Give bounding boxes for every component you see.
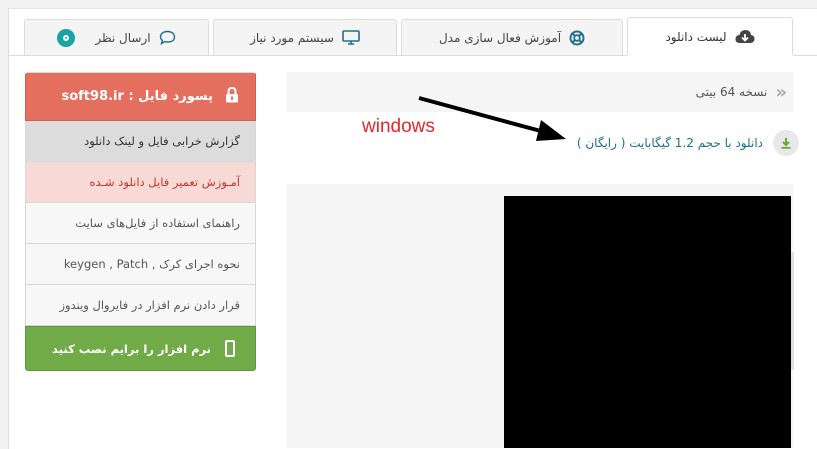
panel-edge	[791, 252, 794, 370]
install-for-me-label: نرم افزار را برایم نصب کنید	[52, 341, 211, 356]
tab-activation-tutorial[interactable]: آموزش فعال سازی مدل	[401, 19, 623, 55]
tab-label: ارسال نظر	[95, 30, 151, 45]
tab-label: سیستم مورد نیاز	[250, 30, 334, 45]
teal-dot-icon	[57, 28, 76, 47]
tab-download-list[interactable]: لیست دانلود	[627, 17, 793, 56]
annotation-arrow-icon	[418, 96, 566, 141]
redacted-image	[504, 196, 791, 448]
lock-icon	[225, 86, 239, 107]
phone-icon	[225, 340, 235, 357]
site-files-guide-label: راهنمای استفاده از فایل‌های سایت	[75, 216, 240, 230]
download-link[interactable]: دانلود با حجم 1.2 گیگابایت ( رایگان )	[577, 136, 763, 150]
lifebuoy-icon	[569, 30, 585, 46]
sidebar: پسورد فایل : soft98.ir گزارش خرابی فایل …	[25, 72, 256, 371]
site-files-guide[interactable]: راهنمای استفاده از فایل‌های سایت	[25, 203, 256, 244]
version-label: نسخه 64 بیتی	[695, 85, 768, 99]
file-password-box: پسورد فایل : soft98.ir	[25, 72, 256, 121]
repair-download-tutorial[interactable]: آمـوزش تعمیر فایل دانلود شـده	[25, 162, 256, 203]
tab-label: آموزش فعال سازی مدل	[438, 30, 562, 45]
comment-icon	[159, 30, 176, 45]
download-arrow-icon	[773, 130, 799, 156]
report-broken-link[interactable]: گزارش خرابی فایل و لینک دانلود	[25, 121, 256, 162]
crack-keygen-guide[interactable]: نحوه اجرای کرک , keygen , Patch	[25, 244, 256, 285]
tab-label: لیست دانلود	[665, 30, 727, 44]
firewall-guide-label: قرار دادن نرم افزار در فایروال ویندوز	[59, 298, 240, 312]
double-chevron-left-icon: «	[775, 81, 786, 103]
monitor-icon	[342, 30, 360, 45]
report-broken-link-label: گزارش خرابی فایل و لینک دانلود	[84, 134, 240, 148]
crack-keygen-guide-label: نحوه اجرای کرک , keygen , Patch	[63, 257, 240, 271]
tab-system-requirements[interactable]: سیستم مورد نیاز	[213, 19, 397, 55]
cloud-download-icon	[735, 29, 755, 45]
repair-download-tutorial-label: آمـوزش تعمیر فایل دانلود شـده	[89, 175, 240, 189]
file-password-label: پسورد فایل : soft98.ir	[61, 89, 213, 104]
tab-send-comment[interactable]: ارسال نظر	[24, 19, 209, 55]
firewall-guide[interactable]: قرار دادن نرم افزار در فایروال ویندوز	[25, 285, 256, 326]
install-for-me-button[interactable]: نرم افزار را برایم نصب کنید	[25, 326, 256, 371]
